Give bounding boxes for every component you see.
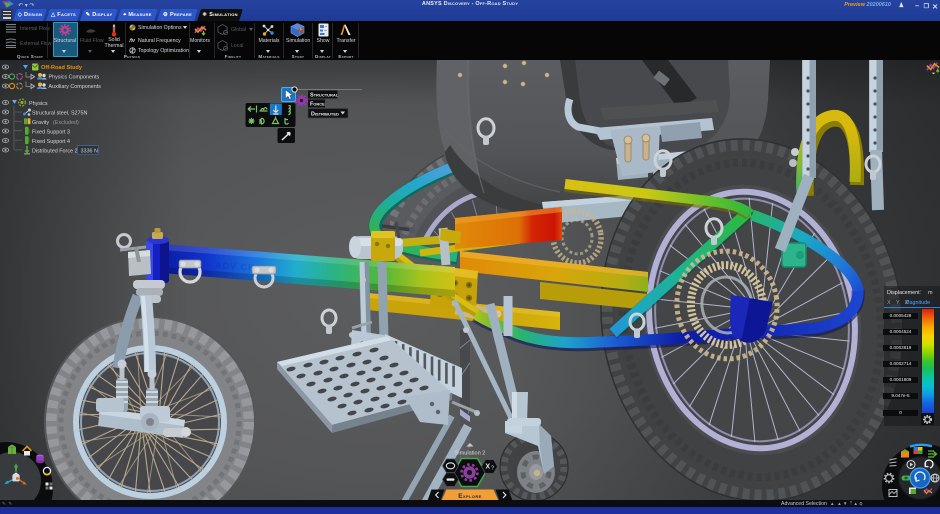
svg-text:Structural: Structural bbox=[310, 93, 339, 99]
svg-text:Physics Components: Physics Components bbox=[49, 75, 100, 81]
svg-text:Simulation 2: Simulation 2 bbox=[455, 451, 486, 457]
svg-text:Fixed Support 4: Fixed Support 4 bbox=[32, 139, 70, 145]
svg-text:Explore: Explore bbox=[458, 493, 482, 500]
svg-text:?: ? bbox=[491, 465, 494, 471]
svg-text:Off-Road Study: Off-Road Study bbox=[41, 65, 83, 71]
svg-text:Auxiliary Components: Auxiliary Components bbox=[49, 84, 102, 90]
svg-text:Distributed Force 2: Distributed Force 2 bbox=[32, 149, 78, 155]
svg-text:(Excluded): (Excluded) bbox=[53, 120, 79, 126]
svg-text:Fixed Support 3: Fixed Support 3 bbox=[32, 129, 70, 135]
svg-text:3336 N: 3336 N bbox=[81, 149, 98, 155]
svg-text:Gravity: Gravity bbox=[32, 120, 49, 126]
svg-text:Force: Force bbox=[310, 102, 325, 108]
svg-text:Physics: Physics bbox=[29, 101, 48, 107]
svg-text:Distributed: Distributed bbox=[311, 111, 339, 117]
svg-text:Structural steel, S275N: Structural steel, S275N bbox=[32, 111, 88, 117]
